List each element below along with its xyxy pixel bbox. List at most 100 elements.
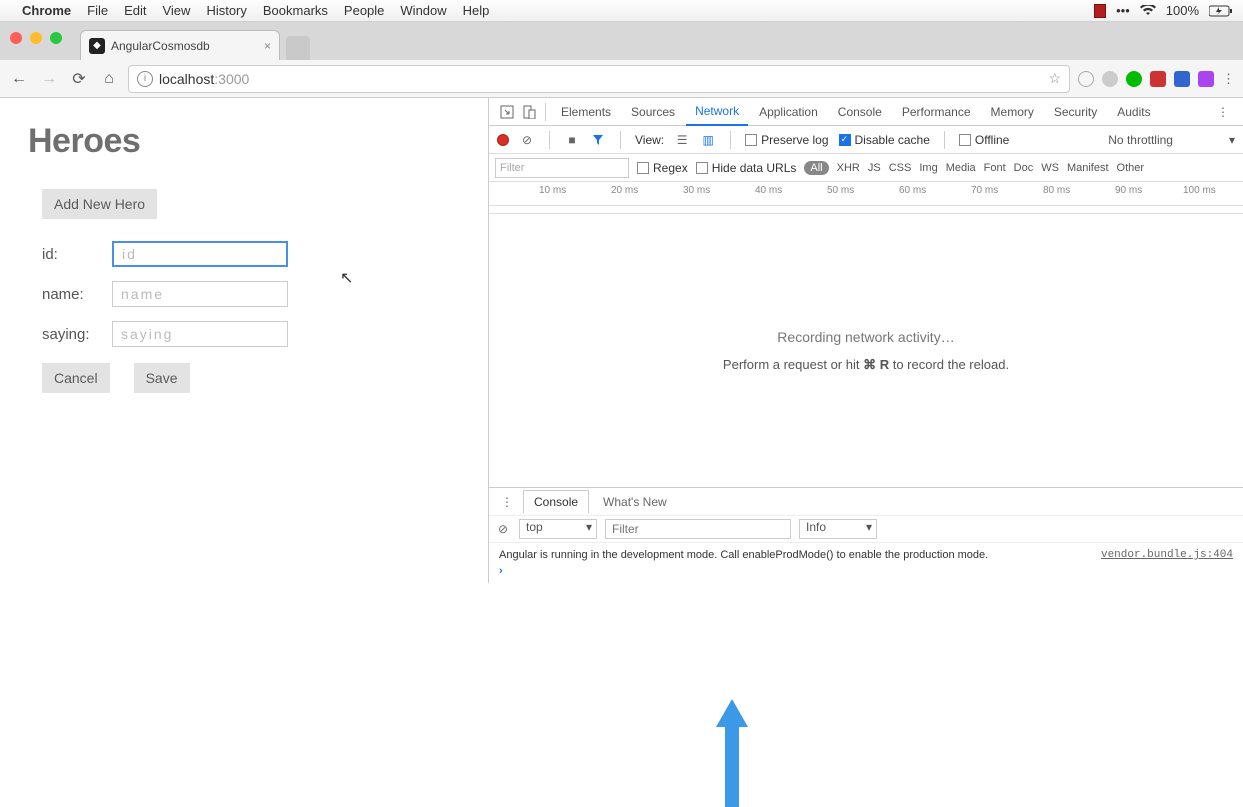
name-input[interactable] <box>112 281 288 307</box>
name-label: name: <box>42 286 112 303</box>
console-clear-icon[interactable]: ⊘ <box>495 521 511 537</box>
filter-css[interactable]: CSS <box>889 162 912 174</box>
filter-ws[interactable]: WS <box>1041 162 1059 174</box>
console-level-select[interactable]: Info▾ <box>799 519 877 539</box>
tab-security[interactable]: Security <box>1045 98 1106 126</box>
network-toolbar: ⊘ ■ View: ☰ ▥ Preserve log Disable cache… <box>489 126 1243 154</box>
tab-sources[interactable]: Sources <box>622 98 684 126</box>
filter-media[interactable]: Media <box>946 162 976 174</box>
filter-all[interactable]: All <box>804 161 828 175</box>
id-label: id: <box>42 246 112 263</box>
device-icon[interactable] <box>519 102 539 122</box>
drawer-tab-console[interactable]: Console <box>523 490 589 513</box>
tab-audits[interactable]: Audits <box>1108 98 1159 126</box>
filter-img[interactable]: Img <box>919 162 937 174</box>
disable-cache[interactable]: Disable cache <box>839 133 930 147</box>
ext-icon-4[interactable] <box>1150 71 1166 87</box>
star-icon[interactable]: ☆ <box>1048 70 1061 87</box>
console-context-select[interactable]: top▾ <box>519 519 597 539</box>
timeline-body[interactable] <box>489 206 1243 214</box>
tick: 10 ms <box>539 185 566 196</box>
add-hero-button[interactable]: Add New Hero <box>42 189 157 219</box>
menu-view[interactable]: View <box>162 3 190 18</box>
tab-application[interactable]: Application <box>750 98 827 126</box>
filter-font[interactable]: Font <box>984 162 1006 174</box>
menu-people[interactable]: People <box>344 3 384 18</box>
console-filter-input[interactable] <box>605 519 791 539</box>
drawer-tab-whatsnew[interactable]: What's New <box>593 491 677 513</box>
menu-file[interactable]: File <box>87 3 108 18</box>
window-controls[interactable] <box>10 32 62 44</box>
devtools-menu-icon[interactable]: ⋮ <box>1211 105 1235 119</box>
cancel-button[interactable]: Cancel <box>42 363 110 393</box>
menu-app[interactable]: Chrome <box>22 3 71 18</box>
home-button[interactable]: ⌂ <box>98 68 120 90</box>
tab-memory[interactable]: Memory <box>982 98 1043 126</box>
tick: 100 ms <box>1183 185 1216 196</box>
new-tab-button[interactable] <box>286 36 310 60</box>
camera-icon[interactable]: ■ <box>564 132 580 148</box>
view-list-icon[interactable]: ☰ <box>674 132 690 148</box>
filter-js[interactable]: JS <box>868 162 881 174</box>
tab-performance[interactable]: Performance <box>893 98 980 126</box>
menu-history[interactable]: History <box>206 3 246 18</box>
hide-urls-checkbox[interactable]: Hide data URLs <box>696 161 797 175</box>
ext-icon-1[interactable] <box>1078 71 1094 87</box>
throttle-select[interactable]: No throttling▾ <box>1108 133 1235 147</box>
ext-icon-5[interactable] <box>1174 71 1190 87</box>
more-icon[interactable]: ••• <box>1116 3 1130 18</box>
menu-help[interactable]: Help <box>463 3 490 18</box>
tab-network[interactable]: Network <box>686 98 748 126</box>
inspect-icon[interactable] <box>497 102 517 122</box>
tab-close-icon[interactable]: × <box>264 39 271 53</box>
close-window-icon[interactable] <box>10 32 22 44</box>
chrome-toolbar: ← → ⟳ ⌂ i localhost:3000 ☆ ⋮ <box>0 60 1243 98</box>
tab-console[interactable]: Console <box>829 98 891 126</box>
filter-manifest[interactable]: Manifest <box>1067 162 1109 174</box>
tick: 20 ms <box>611 185 638 196</box>
wifi-icon[interactable] <box>1140 5 1156 17</box>
save-button[interactable]: Save <box>134 363 190 393</box>
console-output: Angular is running in the development mo… <box>489 543 1243 583</box>
network-timeline[interactable]: 10 ms 20 ms 30 ms 40 ms 50 ms 60 ms 70 m… <box>489 182 1243 206</box>
tab-elements[interactable]: Elements <box>552 98 620 126</box>
network-filterbar: Regex Hide data URLs All XHR JS CSS Img … <box>489 154 1243 182</box>
reload-button[interactable]: ⟳ <box>68 68 90 90</box>
preserve-log[interactable]: Preserve log <box>745 133 828 147</box>
console-source-link[interactable]: vendor.bundle.js:404 <box>1101 549 1233 561</box>
maximize-window-icon[interactable] <box>50 32 62 44</box>
ext-icon-2[interactable] <box>1102 71 1118 87</box>
chrome-menu-icon[interactable]: ⋮ <box>1222 71 1235 87</box>
menu-window[interactable]: Window <box>400 3 446 18</box>
offline[interactable]: Offline <box>959 133 1009 147</box>
menu-edit[interactable]: Edit <box>124 3 146 18</box>
browser-tab[interactable]: ◆ AngularCosmosdb × <box>80 30 280 60</box>
recording-text: Recording network activity… <box>777 329 954 345</box>
battery-icon[interactable] <box>1209 5 1233 17</box>
screenrec-icon[interactable] <box>1094 4 1106 18</box>
chrome-tabstrip: ◆ AngularCosmosdb × <box>0 22 1243 60</box>
filter-xhr[interactable]: XHR <box>837 162 860 174</box>
filter-doc[interactable]: Doc <box>1014 162 1034 174</box>
back-button[interactable]: ← <box>8 68 30 90</box>
drawer-menu-icon[interactable]: ⋮ <box>495 495 519 509</box>
address-bar[interactable]: i localhost:3000 ☆ <box>128 65 1070 93</box>
view-large-icon[interactable]: ▥ <box>700 132 716 148</box>
console-prompt[interactable]: › <box>499 565 1233 577</box>
minimize-window-icon[interactable] <box>30 32 42 44</box>
network-filter-input[interactable] <box>495 158 629 178</box>
ext-icon-3[interactable] <box>1126 71 1142 87</box>
tick: 60 ms <box>899 185 926 196</box>
tick: 80 ms <box>1043 185 1070 196</box>
regex-checkbox[interactable]: Regex <box>637 161 688 175</box>
ext-icon-6[interactable] <box>1198 71 1214 87</box>
filter-other[interactable]: Other <box>1117 162 1145 174</box>
menu-bookmarks[interactable]: Bookmarks <box>263 3 328 18</box>
filter-icon[interactable] <box>590 132 606 148</box>
record-icon[interactable] <box>497 134 509 146</box>
url-port: :3000 <box>214 71 249 87</box>
clear-icon[interactable]: ⊘ <box>519 132 535 148</box>
saying-input[interactable] <box>112 321 288 347</box>
site-info-icon[interactable]: i <box>137 71 153 87</box>
id-input[interactable] <box>112 241 288 267</box>
